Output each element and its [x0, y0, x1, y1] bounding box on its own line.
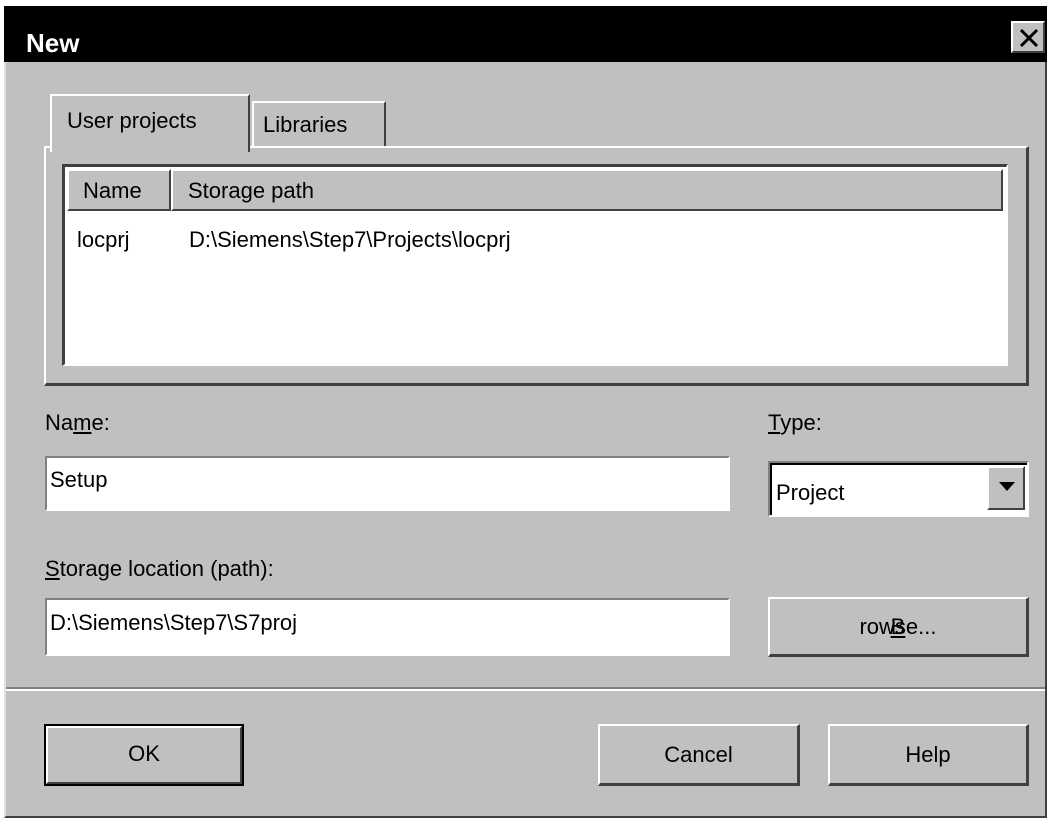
- dropdown-button[interactable]: [987, 466, 1025, 510]
- storage-location-value: D:\Siemens\Step7\S7proj: [50, 610, 298, 635]
- storage-location-label: Storage location (path):: [45, 556, 274, 581]
- close-button[interactable]: [1011, 21, 1045, 53]
- column-header-name-label: Name: [83, 178, 142, 203]
- chevron-down-icon: [999, 482, 1015, 491]
- cancel-button-label: Cancel: [664, 742, 733, 767]
- title-bar[interactable]: New: [4, 6, 1047, 62]
- help-button[interactable]: Help: [828, 724, 1029, 786]
- type-label: Type:: [768, 410, 822, 435]
- tab-libraries[interactable]: Libraries: [252, 101, 386, 149]
- tab-user-projects-label: User projects: [67, 108, 197, 133]
- type-dropdown[interactable]: Project: [768, 461, 1029, 517]
- separator: [6, 687, 1045, 691]
- ok-button-label: OK: [128, 741, 160, 766]
- browse-button[interactable]: Browse...: [768, 597, 1029, 657]
- dialog-title: New: [26, 28, 80, 58]
- list-item-name: locprj: [77, 227, 130, 252]
- projects-list[interactable]: Name Storage path locprj D:\Siemens\Step…: [62, 164, 1008, 366]
- column-header-storage-path[interactable]: Storage path: [171, 169, 1003, 211]
- name-label: Name:: [45, 410, 110, 435]
- tab-libraries-label: Libraries: [263, 112, 348, 137]
- column-header-storage-path-label: Storage path: [188, 178, 314, 203]
- name-field[interactable]: Setup: [45, 456, 730, 511]
- storage-location-field[interactable]: D:\Siemens\Step7\S7proj: [45, 598, 730, 656]
- help-button-label: Help: [905, 742, 951, 767]
- cancel-button[interactable]: Cancel: [598, 724, 800, 786]
- close-icon: [1019, 28, 1039, 48]
- ok-button[interactable]: OK: [44, 724, 244, 786]
- list-item-path: D:\Siemens\Step7\Projects\locprj: [189, 227, 511, 252]
- name-field-value: Setup: [50, 467, 108, 492]
- tab-user-projects[interactable]: User projects: [50, 94, 250, 152]
- type-dropdown-value: Project: [776, 480, 845, 505]
- column-header-name[interactable]: Name: [67, 169, 171, 211]
